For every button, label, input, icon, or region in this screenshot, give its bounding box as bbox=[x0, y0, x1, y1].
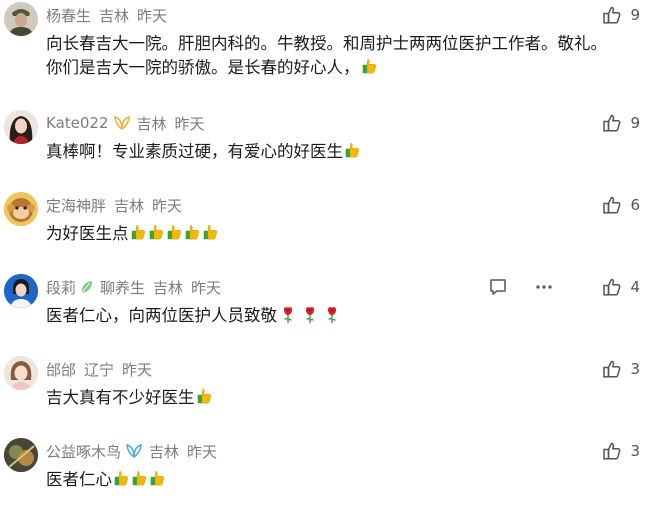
comment-line-text: 你们是吉大一院的骄傲。是长春的好心人， bbox=[46, 58, 360, 77]
location: 吉林 bbox=[99, 6, 130, 25]
comment-bubble-icon bbox=[490, 279, 506, 295]
thumbs-up-outline-icon bbox=[602, 277, 622, 297]
thumbs-up-emoji-icon bbox=[113, 470, 130, 487]
thumbs-up-emoji-icon bbox=[196, 388, 213, 405]
comment-meta: 定海神胖 吉林 昨天 bbox=[46, 194, 190, 216]
username[interactable]: Kate022 bbox=[46, 114, 109, 132]
comment-meta: Kate022 吉林 昨天 bbox=[46, 112, 213, 134]
comment-line: 吉大真有不少好医生 bbox=[46, 386, 616, 410]
timestamp: 昨天 bbox=[137, 6, 168, 25]
thumbs-up-emoji-icon bbox=[184, 224, 201, 241]
thumbs-up-emoji-icon bbox=[131, 470, 148, 487]
avatar[interactable] bbox=[4, 274, 38, 308]
thumbs-up-emoji-icon bbox=[361, 58, 378, 75]
comment-line: 真棒啊！专业素质过硬，有爱心的好医生 bbox=[46, 140, 616, 164]
like-button[interactable]: 6 bbox=[602, 194, 640, 216]
location: 吉林 bbox=[149, 442, 180, 461]
thumbs-up-outline-icon bbox=[602, 359, 622, 379]
timestamp: 昨天 bbox=[152, 196, 183, 215]
comment-text: 医者仁心，向两位医护人员致敬 bbox=[46, 304, 616, 328]
username[interactable]: 定海神胖 bbox=[46, 195, 106, 216]
like-button[interactable]: 3 bbox=[602, 358, 640, 380]
comment-meta: 公益啄木鸟 吉林 昨天 bbox=[46, 440, 225, 462]
location: 辽宁 bbox=[84, 360, 115, 379]
avatar[interactable] bbox=[4, 356, 38, 390]
like-count: 4 bbox=[630, 278, 640, 296]
thumbs-up-emoji-icon bbox=[130, 224, 147, 241]
timestamp: 昨天 bbox=[174, 114, 205, 133]
thumbs-up-outline-icon bbox=[602, 441, 622, 461]
like-button[interactable]: 4 bbox=[602, 276, 640, 298]
verified-badge-icon bbox=[125, 443, 143, 459]
like-count: 3 bbox=[630, 360, 640, 378]
reply-button[interactable] bbox=[488, 277, 508, 297]
thumbs-up-outline-icon bbox=[602, 195, 622, 215]
comment-line-text: 为好医生点 bbox=[46, 224, 129, 243]
comment-line-text: 真棒啊！专业素质过硬，有爱心的好医生 bbox=[46, 142, 343, 161]
thumbs-up-emoji-icon bbox=[149, 470, 166, 487]
comment-text: 吉大真有不少好医生 bbox=[46, 386, 616, 410]
comment-text: 为好医生点 bbox=[46, 222, 616, 246]
thumbs-up-outline-icon bbox=[602, 113, 622, 133]
comment-actions bbox=[462, 276, 554, 298]
thumbs-up-emoji-icon bbox=[166, 224, 183, 241]
location: 吉林 bbox=[153, 278, 184, 297]
thumbs-up-emoji-icon bbox=[344, 142, 361, 159]
comment-line: 向长春吉大一院。肝胆内科的。牛教授。和周护士两两位医护工作者。敬礼。 bbox=[46, 34, 607, 53]
comment-text: 向长春吉大一院。肝胆内科的。牛教授。和周护士两两位医护工作者。敬礼。 你们是吉大… bbox=[46, 32, 616, 80]
more-button[interactable] bbox=[534, 277, 554, 297]
like-count: 3 bbox=[630, 442, 640, 460]
avatar[interactable] bbox=[4, 192, 38, 226]
rose-emoji-icon bbox=[325, 306, 339, 324]
like-button[interactable]: 9 bbox=[602, 4, 640, 26]
rose-emoji-icon bbox=[281, 306, 295, 324]
comment-text: 医者仁心 bbox=[46, 468, 616, 492]
like-button[interactable]: 9 bbox=[602, 112, 640, 134]
username[interactable]: 公益啄木鸟 bbox=[46, 441, 121, 462]
comment-line-text: 医者仁心 bbox=[46, 470, 112, 489]
comment-line: 医者仁心，向两位医护人员致敬 bbox=[46, 304, 616, 328]
comment-line-text: 医者仁心，向两位医护人员致敬 bbox=[46, 306, 277, 325]
comment-meta: 段莉 聊养生 吉林 昨天 bbox=[46, 276, 229, 298]
comment-text: 真棒啊！专业素质过硬，有爱心的好医生 bbox=[46, 140, 616, 164]
badge-text: 聊养生 bbox=[100, 278, 146, 297]
thumbs-up-emoji-icon bbox=[202, 224, 219, 241]
comment-meta: 邰邰 辽宁 昨天 bbox=[46, 358, 160, 380]
avatar[interactable] bbox=[4, 2, 38, 36]
username[interactable]: 杨春生 bbox=[46, 5, 91, 26]
username[interactable]: 段莉 bbox=[46, 277, 76, 298]
leaf-badge-icon bbox=[80, 279, 94, 295]
like-count: 9 bbox=[630, 6, 640, 24]
thumbs-up-outline-icon bbox=[602, 5, 622, 25]
avatar[interactable] bbox=[4, 438, 38, 472]
timestamp: 昨天 bbox=[191, 278, 222, 297]
more-dots-icon bbox=[536, 285, 552, 289]
location: 吉林 bbox=[136, 114, 167, 133]
comment-line: 医者仁心 bbox=[46, 468, 616, 492]
comment-meta: 杨春生 吉林 昨天 bbox=[46, 4, 175, 26]
username[interactable]: 邰邰 bbox=[46, 359, 76, 380]
avatar[interactable] bbox=[4, 110, 38, 144]
comment-line: 你们是吉大一院的骄傲。是长春的好心人， bbox=[46, 56, 616, 80]
like-count: 9 bbox=[630, 114, 640, 132]
rose-emoji-icon bbox=[303, 306, 317, 324]
comment-line: 为好医生点 bbox=[46, 222, 616, 246]
verified-badge-icon bbox=[113, 115, 131, 131]
thumbs-up-emoji-icon bbox=[148, 224, 165, 241]
like-button[interactable]: 3 bbox=[602, 440, 640, 462]
location: 吉林 bbox=[114, 196, 145, 215]
like-count: 6 bbox=[630, 196, 640, 214]
timestamp: 昨天 bbox=[122, 360, 153, 379]
timestamp: 昨天 bbox=[187, 442, 218, 461]
comment-line-text: 吉大真有不少好医生 bbox=[46, 388, 195, 407]
